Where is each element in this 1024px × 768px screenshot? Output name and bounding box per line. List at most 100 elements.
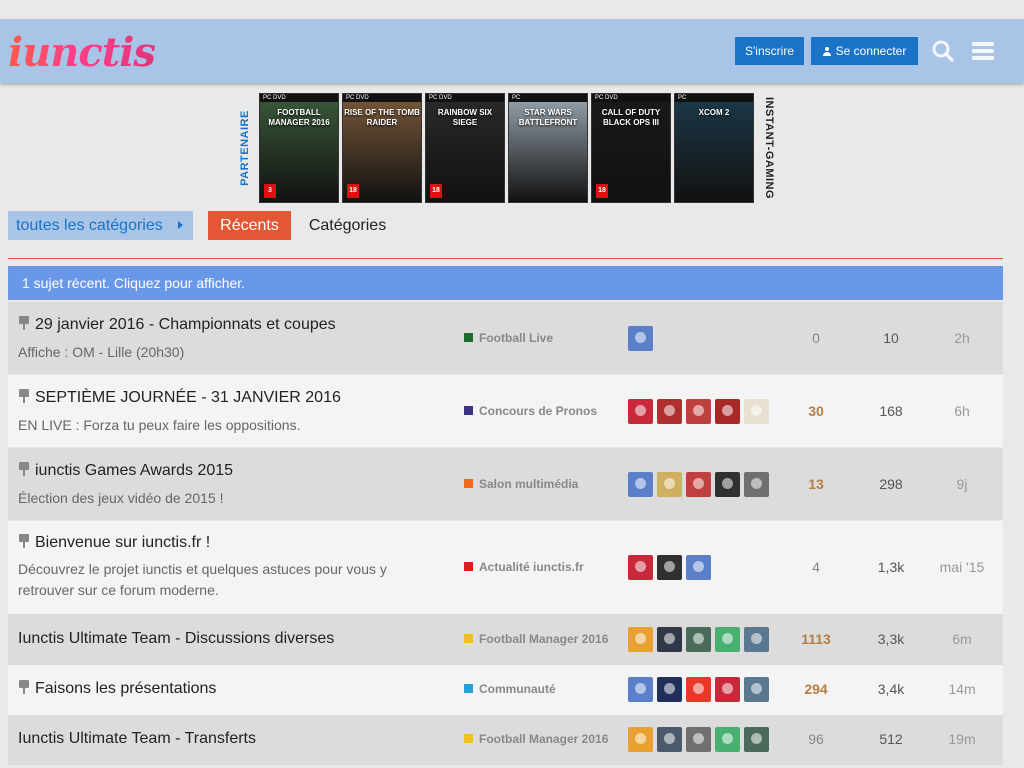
- topic-posters: [628, 627, 773, 653]
- game-cover[interactable]: PC XCOM 2: [674, 93, 754, 203]
- poster-avatar[interactable]: [628, 677, 653, 702]
- poster-avatar[interactable]: [715, 472, 740, 497]
- poster-avatar[interactable]: [686, 677, 711, 702]
- topic-row[interactable]: SEPTIÈME JOURNÉE - 31 JANVIER 2016 EN LIV…: [8, 375, 1003, 447]
- game-cover[interactable]: PC DVD RAINBOW SIX SIEGE 18: [425, 93, 505, 203]
- poster-avatar[interactable]: [744, 627, 769, 652]
- topic-title[interactable]: SEPTIÈME JOURNÉE - 31 JANVIER 2016: [18, 389, 341, 407]
- topic-row[interactable]: Iunctis Ultimate Team - Transferts Footba…: [8, 715, 1003, 765]
- age-rating-badge: 18: [430, 184, 442, 198]
- platform-label: PC DVD: [426, 94, 504, 102]
- new-topics-alert[interactable]: 1 sujet récent. Cliquez pour afficher.: [8, 266, 1003, 300]
- topic-posters: [628, 677, 773, 703]
- poster-avatar[interactable]: [628, 727, 653, 752]
- topic-row[interactable]: iunctis Games Awards 2015 Élection des je…: [8, 448, 1003, 520]
- game-title: FOOTBALL MANAGER 2016: [268, 108, 330, 127]
- topic-row[interactable]: 29 janvier 2016 - Championnats et coupes…: [8, 302, 1003, 374]
- game-cover[interactable]: PC STAR WARS BATTLEFRONT: [508, 93, 588, 203]
- category-color-square: [464, 406, 473, 415]
- game-cover[interactable]: PC DVD CALL OF DUTY BLACK OPS III 18: [591, 93, 671, 203]
- topic-category[interactable]: Football Manager 2016: [464, 732, 608, 746]
- topic-excerpt: Affiche : OM - Lille (20h30): [18, 344, 185, 360]
- poster-avatar[interactable]: [686, 555, 711, 580]
- poster-avatar[interactable]: [744, 472, 769, 497]
- partner-label: PARTENAIRE: [239, 110, 251, 186]
- topic-row[interactable]: Iunctis Ultimate Team - Discussions dive…: [8, 614, 1003, 665]
- poster-avatar[interactable]: [715, 677, 740, 702]
- poster-avatar[interactable]: [686, 472, 711, 497]
- tab-categories[interactable]: Catégories: [300, 211, 395, 240]
- topic-title[interactable]: Iunctis Ultimate Team - Discussions dive…: [18, 630, 334, 648]
- poster-avatar[interactable]: [744, 399, 769, 424]
- site-logo[interactable]: iunctis: [8, 31, 156, 75]
- hamburger-menu-icon[interactable]: [972, 42, 994, 60]
- poster-avatar[interactable]: [686, 627, 711, 652]
- last-activity[interactable]: 6h: [932, 403, 992, 419]
- poster-avatar[interactable]: [744, 677, 769, 702]
- poster-avatar[interactable]: [715, 627, 740, 652]
- platform-label: PC DVD: [592, 94, 670, 102]
- poster-avatar[interactable]: [686, 399, 711, 424]
- poster-avatar[interactable]: [715, 727, 740, 752]
- last-activity[interactable]: 19m: [932, 731, 992, 747]
- topic-title[interactable]: iunctis Games Awards 2015: [18, 462, 233, 480]
- game-cover[interactable]: PC DVD FOOTBALL MANAGER 2016 3: [259, 93, 339, 203]
- last-activity[interactable]: 6m: [932, 631, 992, 647]
- reply-count: 294: [804, 681, 828, 697]
- game-cover[interactable]: PC DVD RISE OF THE TOMB RAIDER 18: [342, 93, 422, 203]
- topic-title[interactable]: Faisons les présentations: [18, 680, 216, 698]
- topic-title[interactable]: Iunctis Ultimate Team - Transferts: [18, 730, 256, 748]
- reply-count: 13: [808, 476, 824, 492]
- view-count: 10: [883, 330, 899, 346]
- poster-avatar[interactable]: [657, 727, 682, 752]
- poster-avatar[interactable]: [686, 727, 711, 752]
- last-activity[interactable]: 9j: [932, 476, 992, 492]
- topic-posters: [628, 727, 773, 753]
- login-button[interactable]: Se connecter: [811, 37, 918, 65]
- topic-title[interactable]: 29 janvier 2016 - Championnats et coupes: [18, 316, 336, 334]
- category-color-square: [464, 734, 473, 743]
- topic-category[interactable]: Football Live: [464, 331, 553, 345]
- search-icon[interactable]: [932, 40, 954, 62]
- topic-row[interactable]: Bienvenue sur iunctis.fr ! Découvrez le p…: [8, 521, 1003, 614]
- topic-category[interactable]: Communauté: [464, 682, 556, 696]
- poster-avatar[interactable]: [628, 326, 653, 351]
- poster-avatar[interactable]: [628, 627, 653, 652]
- poster-avatar[interactable]: [628, 399, 653, 424]
- topic-title[interactable]: Bienvenue sur iunctis.fr !: [18, 534, 210, 552]
- topic-category[interactable]: Actualité iunctis.fr: [464, 560, 584, 574]
- poster-avatar[interactable]: [628, 555, 653, 580]
- topic-category[interactable]: Football Manager 2016: [464, 632, 608, 646]
- game-title: CALL OF DUTY BLACK OPS III: [601, 108, 661, 127]
- poster-avatar[interactable]: [744, 727, 769, 752]
- topic-excerpt: Découvrez le projet iunctis et quelques …: [18, 561, 387, 598]
- poster-avatar[interactable]: [715, 399, 740, 424]
- game-title: STAR WARS BATTLEFRONT: [518, 108, 578, 127]
- reply-count: 96: [808, 731, 824, 747]
- category-color-square: [464, 562, 473, 571]
- platform-label: PC: [675, 94, 753, 102]
- poster-avatar[interactable]: [628, 472, 653, 497]
- pin-icon: [18, 316, 30, 330]
- poster-avatar[interactable]: [657, 627, 682, 652]
- poster-avatar[interactable]: [657, 472, 682, 497]
- topic-excerpt: Élection des jeux vidéo de 2015 !: [18, 490, 224, 506]
- category-color-square: [464, 684, 473, 693]
- topic-row[interactable]: Faisons les présentations Communauté 294 3,…: [8, 665, 1003, 715]
- poster-avatar[interactable]: [657, 399, 682, 424]
- topic-excerpt: EN LIVE : Forza tu peux faire les opposi…: [18, 417, 301, 433]
- topic-category[interactable]: Salon multimédia: [464, 477, 578, 491]
- partner-banner[interactable]: PARTENAIRE PC DVD FOOTBALL MANAGER 2016 3 P…: [237, 93, 777, 203]
- topic-posters: [628, 326, 657, 352]
- signup-button[interactable]: S'inscrire: [735, 37, 804, 65]
- last-activity[interactable]: 2h: [932, 330, 992, 346]
- poster-avatar[interactable]: [657, 555, 682, 580]
- tab-recent[interactable]: Récents: [208, 211, 291, 240]
- category-dropdown[interactable]: toutes les catégories: [8, 211, 193, 240]
- reply-count: 0: [812, 330, 820, 346]
- last-activity[interactable]: 14m: [932, 681, 992, 697]
- poster-avatar[interactable]: [657, 677, 682, 702]
- instant-gaming-label: INSTANT-GAMING: [763, 96, 775, 200]
- topic-category[interactable]: Concours de Pronos: [464, 404, 597, 418]
- last-activity[interactable]: mai '15: [932, 559, 992, 575]
